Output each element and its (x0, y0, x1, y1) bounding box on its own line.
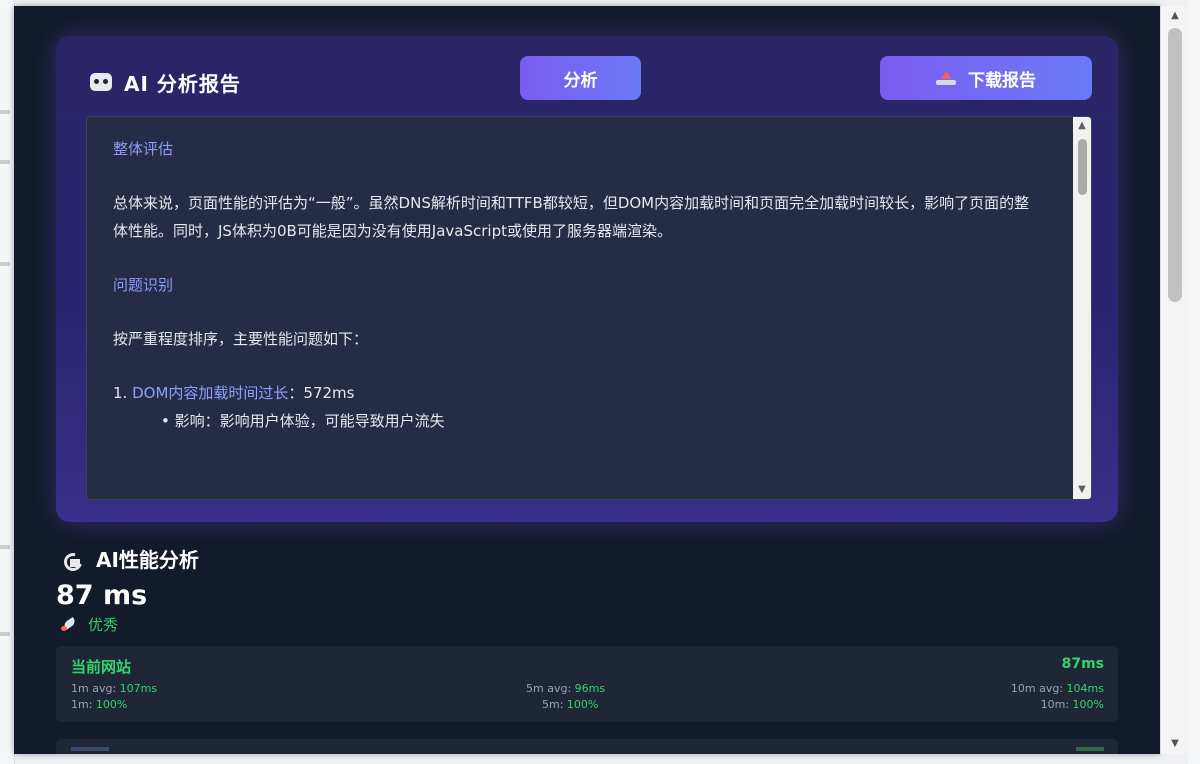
report-text: 整体评估 总体来说，页面性能的评估为“一般”。虽然DNS解析时间和TTFB都较短… (113, 135, 1043, 435)
next-site-name-placeholder (71, 747, 109, 751)
report-scroll-thumb[interactable] (1078, 139, 1087, 195)
latency-rating: 优秀 (60, 614, 118, 635)
ok-5m-label: 5m: (542, 698, 567, 711)
background-mark (0, 545, 10, 549)
scroll-up-icon[interactable]: ▲ (1073, 119, 1091, 133)
issues-intro: 按严重程度排序，主要性能问题如下： (113, 330, 369, 348)
performance-title: AI性能分析 (96, 548, 199, 572)
section-title-overall: 整体评估 (113, 140, 174, 158)
latency-value: 87 ms (56, 580, 148, 611)
ai-report-header: AI 分析报告 (90, 62, 241, 102)
download-icon (936, 71, 956, 85)
rating-text: 优秀 (88, 616, 119, 634)
background-mark (0, 160, 10, 164)
popup-scroll-thumb[interactable] (1168, 28, 1182, 302)
ok-10m-label: 10m: (1040, 698, 1073, 711)
avg-5m-stat: 5m avg: 96ms (526, 682, 605, 695)
background-mark (0, 632, 10, 636)
avg-10m-stat: 10m avg: 104ms (1011, 682, 1104, 695)
background-page-right (1188, 0, 1200, 764)
ok-10m-stat: 10m: 100% (1041, 698, 1104, 711)
ai-report-title: AI 分析报告 (124, 71, 241, 96)
ok-5m-value: 100% (566, 698, 599, 711)
issue-item: 1. DOM内容加载时间过长：572ms (113, 379, 1043, 407)
avg-10m-label: 10m avg: (1010, 682, 1067, 695)
issue-value: ：572ms (288, 384, 355, 402)
ok-1m-label: 1m: (71, 698, 96, 711)
site-name: 当前网站 (71, 658, 132, 676)
background-mark (0, 262, 10, 266)
avg-5m-value: 96ms (574, 682, 606, 695)
report-scrollbar[interactable]: ▲ ▼ (1073, 117, 1091, 499)
download-report-button[interactable]: 下载报告 (880, 56, 1092, 100)
issue-impact: • 影响：影响用户体验，可能导致用户流失 (161, 412, 445, 430)
avg-1m-value: 107ms (119, 682, 158, 695)
avg-10m-value: 104ms (1066, 682, 1104, 695)
avg-5m-label: 5m avg: (526, 682, 575, 695)
rocket-icon (60, 618, 78, 632)
analyze-button[interactable]: 分析 (520, 56, 641, 100)
ok-10m-value: 100% (1072, 698, 1104, 711)
report-content-box[interactable]: 整体评估 总体来说，页面性能的评估为“一般”。虽然DNS解析时间和TTFB都较短… (86, 116, 1092, 500)
issue-number: 1. (113, 384, 128, 402)
scroll-down-icon[interactable]: ▼ (1073, 483, 1091, 497)
analyze-button-label: 分析 (563, 70, 598, 91)
avg-1m-stat: 1m avg: 107ms (71, 682, 157, 695)
next-site-card (56, 739, 1118, 754)
robot-icon (90, 73, 112, 91)
performance-header: AI性能分析 (62, 544, 199, 573)
popup-scroll-up-icon[interactable]: ▲ (1161, 8, 1189, 24)
satellite-icon (62, 549, 84, 569)
overall-paragraph: 总体来说，页面性能的评估为“一般”。虽然DNS解析时间和TTFB都较短，但DOM… (113, 194, 1030, 240)
ok-5m-stat: 5m: 100% (542, 698, 598, 711)
ok-1m-value: 100% (95, 698, 128, 711)
next-site-latency-placeholder (1076, 747, 1104, 751)
section-title-issues: 问题识别 (113, 276, 174, 294)
issue-label: DOM内容加载时间过长 (132, 384, 289, 402)
popup-scrollbar[interactable]: ▲ ▼ (1160, 6, 1189, 754)
avg-1m-label: 1m avg: (71, 682, 120, 695)
popup-scroll-down-icon[interactable]: ▼ (1161, 736, 1189, 752)
site-latency: 87ms (1061, 656, 1104, 672)
ai-report-card: AI 分析报告 分析 下载报告 整体评估 总体来说，页面性能的评估为“一般”。虽… (56, 36, 1118, 522)
background-mark (0, 110, 10, 114)
background-page-strip (0, 0, 15, 764)
extension-popup: AI 分析报告 分析 下载报告 整体评估 总体来说，页面性能的评估为“一般”。虽… (14, 6, 1160, 754)
download-button-label: 下载报告 (968, 70, 1036, 91)
ok-1m-stat: 1m: 100% (71, 698, 127, 711)
current-site-card: 当前网站 87ms 1m avg: 107ms 1m: 100% 5m avg:… (56, 646, 1118, 722)
